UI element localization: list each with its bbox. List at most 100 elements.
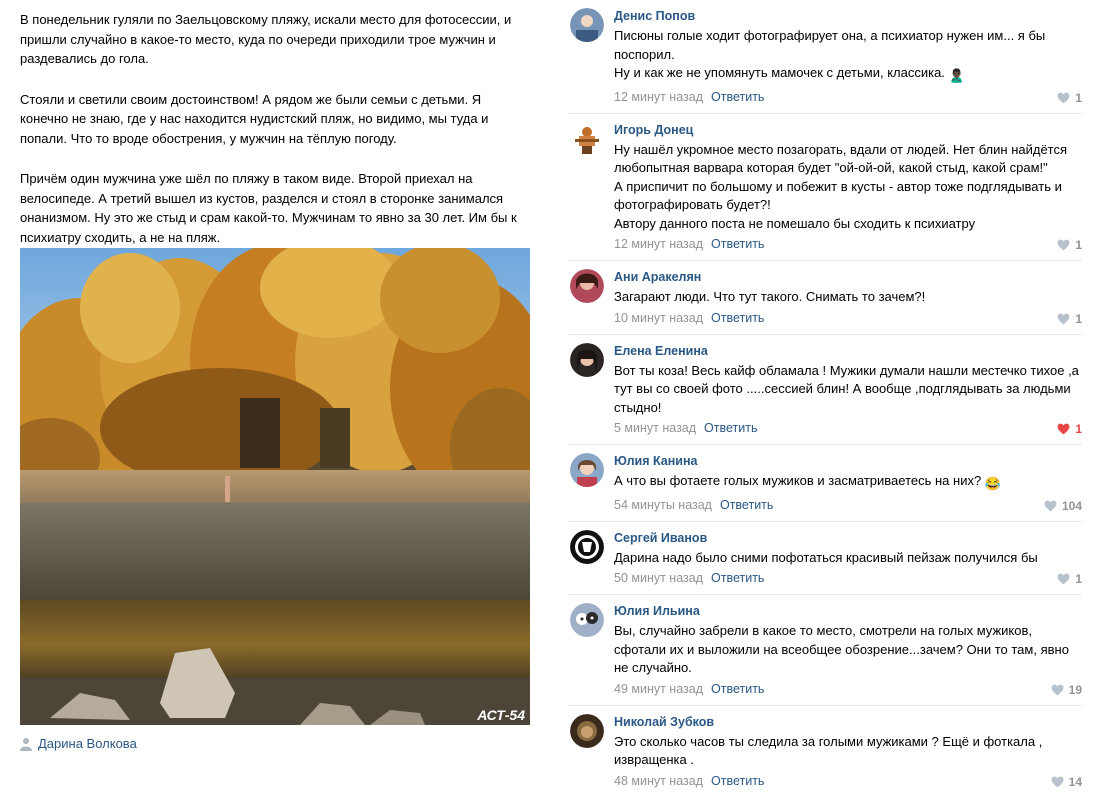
comment-author[interactable]: Юлия Ильина bbox=[614, 604, 1082, 619]
reply-button[interactable]: Ответить bbox=[711, 682, 764, 696]
comment-author[interactable]: Ани Аракелян bbox=[614, 270, 1082, 285]
like-button[interactable]: 14 bbox=[1051, 775, 1082, 789]
like-count: 1 bbox=[1075, 90, 1082, 105]
comment: Елена Еленина Вот ты коза! Весь кайф обл… bbox=[568, 335, 1082, 445]
comment-time[interactable]: 12 минут назад bbox=[614, 90, 703, 104]
like-button[interactable]: 104 bbox=[1044, 499, 1082, 513]
comment: Денис Попов Писюны голые ходит фотографи… bbox=[568, 0, 1082, 114]
avatar[interactable] bbox=[570, 342, 604, 377]
like-button[interactable]: 1 bbox=[1057, 422, 1082, 436]
post-photo[interactable]: АСТ-54 bbox=[20, 248, 530, 725]
like-count: 1 bbox=[1075, 422, 1082, 436]
laughing-emoji-icon: 😂 bbox=[984, 476, 1002, 491]
comments-list: Денис Попов Писюны голые ходит фотографи… bbox=[568, 0, 1082, 797]
avatar[interactable] bbox=[570, 8, 604, 42]
like-button[interactable]: 1 bbox=[1057, 312, 1082, 326]
comment-line: Загарают люди. Что тут такого. Снимать т… bbox=[614, 289, 926, 304]
comment-line: Вы, случайно забрели в какое то место, с… bbox=[614, 623, 1069, 675]
like-button[interactable]: 1 bbox=[1057, 91, 1082, 105]
post-paragraph-3: Причём один мужчина уже шёл по пляжу в т… bbox=[20, 171, 517, 245]
reply-button[interactable]: Ответить bbox=[711, 571, 764, 585]
comment-author[interactable]: Сергей Иванов bbox=[614, 531, 1082, 546]
comment-author[interactable]: Денис Попов bbox=[614, 9, 1082, 24]
like-count: 19 bbox=[1068, 682, 1082, 697]
comment-line: Автору данного поста не помешало бы сход… bbox=[614, 215, 976, 231]
comment-text: Загарают люди. Что тут такого. Снимать т… bbox=[614, 288, 1082, 307]
comment-meta: 12 минут назад Ответить bbox=[614, 236, 1082, 252]
avatar[interactable] bbox=[570, 121, 604, 156]
comment-meta: 50 минут назад Ответить bbox=[614, 570, 1082, 586]
reply-button[interactable]: Ответить bbox=[720, 498, 773, 512]
reply-button[interactable]: Ответить bbox=[711, 311, 764, 325]
comment: Юлия Ильина Вы, случайно забрели в какое… bbox=[568, 595, 1082, 706]
comment-line: Вот ты коза! Весь кайф обламала ! Мужики… bbox=[614, 362, 1079, 415]
heart-icon bbox=[1051, 684, 1064, 695]
author-name[interactable]: Дарина Волкова bbox=[38, 736, 137, 751]
comment-line: Это сколько часов ты следила за голыми м… bbox=[614, 733, 1043, 768]
comment-text: Дарина надо было сними пофотаться красив… bbox=[614, 549, 1082, 568]
like-count: 104 bbox=[1061, 498, 1082, 513]
comment-author[interactable]: Игорь Донец bbox=[614, 123, 1082, 138]
heart-icon bbox=[1057, 423, 1070, 435]
heart-icon bbox=[1057, 313, 1070, 324]
like-button[interactable]: 1 bbox=[1057, 238, 1082, 252]
avatar[interactable] bbox=[570, 713, 604, 748]
comment: Николай Зубков Это сколько часов ты след… bbox=[568, 706, 1082, 797]
comment-author[interactable]: Елена Еленина bbox=[614, 344, 1082, 359]
post-text: В понедельник гуляли по Заельцовскому пл… bbox=[20, 10, 532, 247]
comment-text: Писюны голые ходит фотографирует она, а … bbox=[614, 27, 1082, 86]
reply-button[interactable]: Ответить bbox=[711, 237, 764, 251]
like-button[interactable]: 1 bbox=[1057, 572, 1082, 586]
post-author[interactable]: Дарина Волкова bbox=[20, 736, 137, 751]
like-count: 1 bbox=[1075, 572, 1082, 586]
heart-icon bbox=[1051, 776, 1064, 787]
comment-text: Ну нашёл укромное место позагорать, вдал… bbox=[614, 141, 1082, 234]
person-emoji-icon: 🙎🏿‍♂️ bbox=[948, 68, 965, 83]
comment-time[interactable]: 12 минут назад bbox=[614, 237, 703, 251]
beach-autumn-photo: АСТ-54 bbox=[20, 248, 530, 725]
avatar[interactable] bbox=[570, 269, 604, 303]
comment-meta: 54 минуты назад Ответить bbox=[614, 497, 1082, 513]
heart-icon bbox=[1057, 239, 1070, 251]
comment-line: А что вы фотаете голых мужиков и засматр… bbox=[614, 472, 1082, 494]
comment-time[interactable]: 10 минут назад bbox=[614, 311, 703, 325]
avatar[interactable] bbox=[570, 603, 604, 637]
comment: Сергей Иванов Дарина надо было сними поф… bbox=[568, 522, 1082, 595]
user-icon bbox=[20, 737, 32, 751]
comment-meta: 5 минут назад Ответить bbox=[614, 420, 1082, 436]
like-count: 1 bbox=[1075, 238, 1082, 252]
post-paragraph-2: Стояли и светили своим достоинством! А р… bbox=[20, 91, 489, 146]
comment-text: Вот ты коза! Весь кайф обламала ! Мужики… bbox=[614, 362, 1082, 418]
comment-text: А что вы фотаете голых мужиков и засматр… bbox=[614, 472, 1082, 494]
comment-time[interactable]: 54 минуты назад bbox=[614, 498, 712, 512]
comment-author[interactable]: Николай Зубков bbox=[614, 715, 1082, 730]
like-count: 14 bbox=[1068, 774, 1082, 789]
heart-icon bbox=[1057, 573, 1070, 585]
post-paragraph-1: В понедельник гуляли по Заельцовскому пл… bbox=[20, 12, 512, 66]
reply-button[interactable]: Ответить bbox=[711, 774, 764, 788]
like-button[interactable]: 19 bbox=[1051, 683, 1082, 697]
comment-meta: 10 минут назад Ответить bbox=[614, 310, 1082, 326]
comment-text: Вы, случайно забрели в какое то место, с… bbox=[614, 622, 1082, 678]
comment-line: А приспичит по большому и побежит в куст… bbox=[614, 178, 1062, 213]
avatar[interactable] bbox=[570, 453, 604, 487]
heart-icon bbox=[1044, 500, 1057, 511]
comment-time[interactable]: 48 минут назад bbox=[614, 774, 703, 788]
comment-time[interactable]: 50 минут назад bbox=[614, 571, 703, 585]
comment: Игорь Донец Ну нашёл укромное место поза… bbox=[568, 114, 1082, 261]
comment-text: Это сколько часов ты следила за голыми м… bbox=[614, 733, 1082, 770]
comment: Юлия Канина А что вы фотаете голых мужик… bbox=[568, 445, 1082, 522]
comment-meta: 48 минут назад Ответить bbox=[614, 773, 1082, 789]
comment-time[interactable]: 49 минут назад bbox=[614, 682, 703, 696]
reply-button[interactable]: Ответить bbox=[704, 421, 757, 435]
svg-text:АСТ-54: АСТ-54 bbox=[476, 707, 525, 723]
comment-author[interactable]: Юлия Канина bbox=[614, 454, 1082, 469]
comment-line: Ну нашёл укромное место позагорать, вдал… bbox=[614, 141, 1068, 176]
comment: Ани Аракелян Загарают люди. Что тут тако… bbox=[568, 261, 1082, 335]
reply-button[interactable]: Ответить bbox=[711, 90, 764, 104]
post: В понедельник гуляли по Заельцовскому пл… bbox=[20, 0, 532, 751]
comment-line: Дарина надо было сними пофотаться красив… bbox=[614, 549, 1038, 565]
comment-meta: 12 минут назад Ответить bbox=[614, 89, 1082, 105]
comment-time[interactable]: 5 минут назад bbox=[614, 421, 696, 435]
avatar[interactable] bbox=[570, 529, 604, 564]
